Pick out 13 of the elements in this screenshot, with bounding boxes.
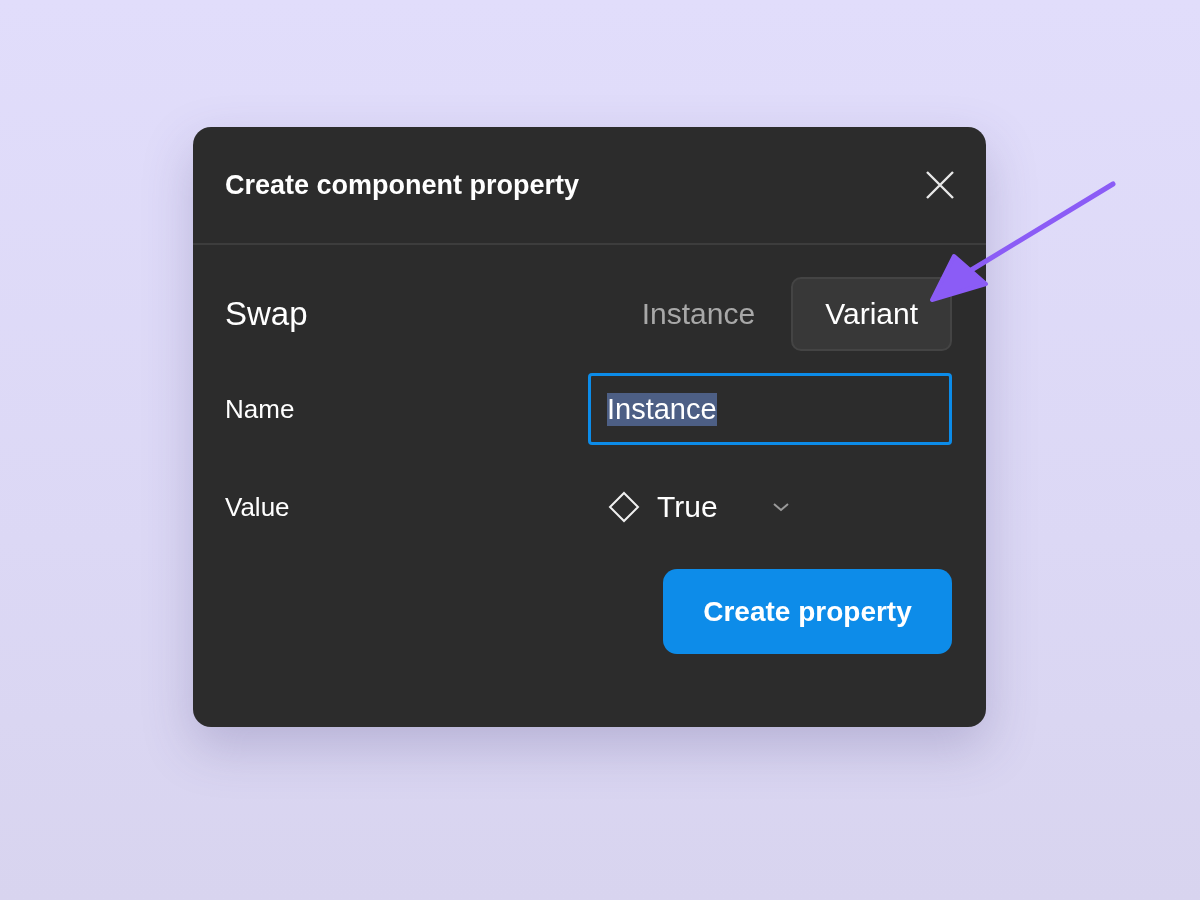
input-field[interactable]: Instance [588,373,952,445]
close-icon [924,169,956,201]
chevron-down-icon [771,502,790,512]
dialog-title: Create component property [225,169,580,201]
segment-option[interactable]: Instance [639,277,758,351]
close-button[interactable] [924,169,956,201]
field-label: Name [225,393,296,425]
diamond-icon [608,491,640,523]
segment-option[interactable]: Variant [791,277,952,351]
value-dropdown[interactable]: True [588,467,810,547]
create-property-button[interactable]: Create property [663,569,952,654]
field-label: Value [225,491,291,523]
field-label: Swap [225,295,309,333]
